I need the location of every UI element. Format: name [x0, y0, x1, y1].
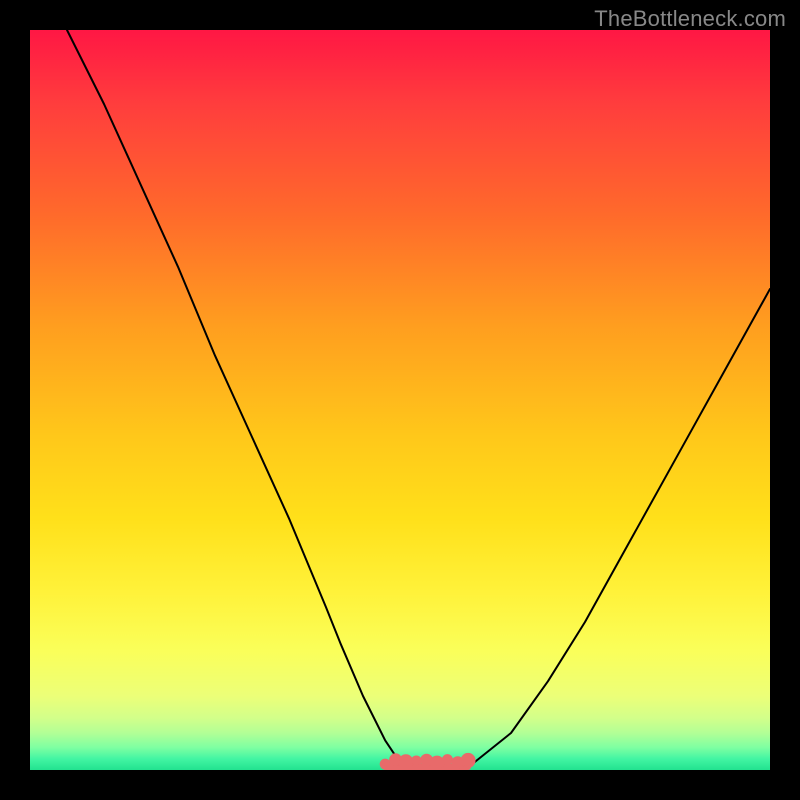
optimal-zone-markers: [380, 753, 475, 770]
chart-frame: TheBottleneck.com: [0, 0, 800, 800]
bottleneck-curve: [67, 30, 770, 770]
watermark-text: TheBottleneck.com: [594, 6, 786, 32]
bottleneck-curve-svg: [30, 30, 770, 770]
plot-area: [30, 30, 770, 770]
